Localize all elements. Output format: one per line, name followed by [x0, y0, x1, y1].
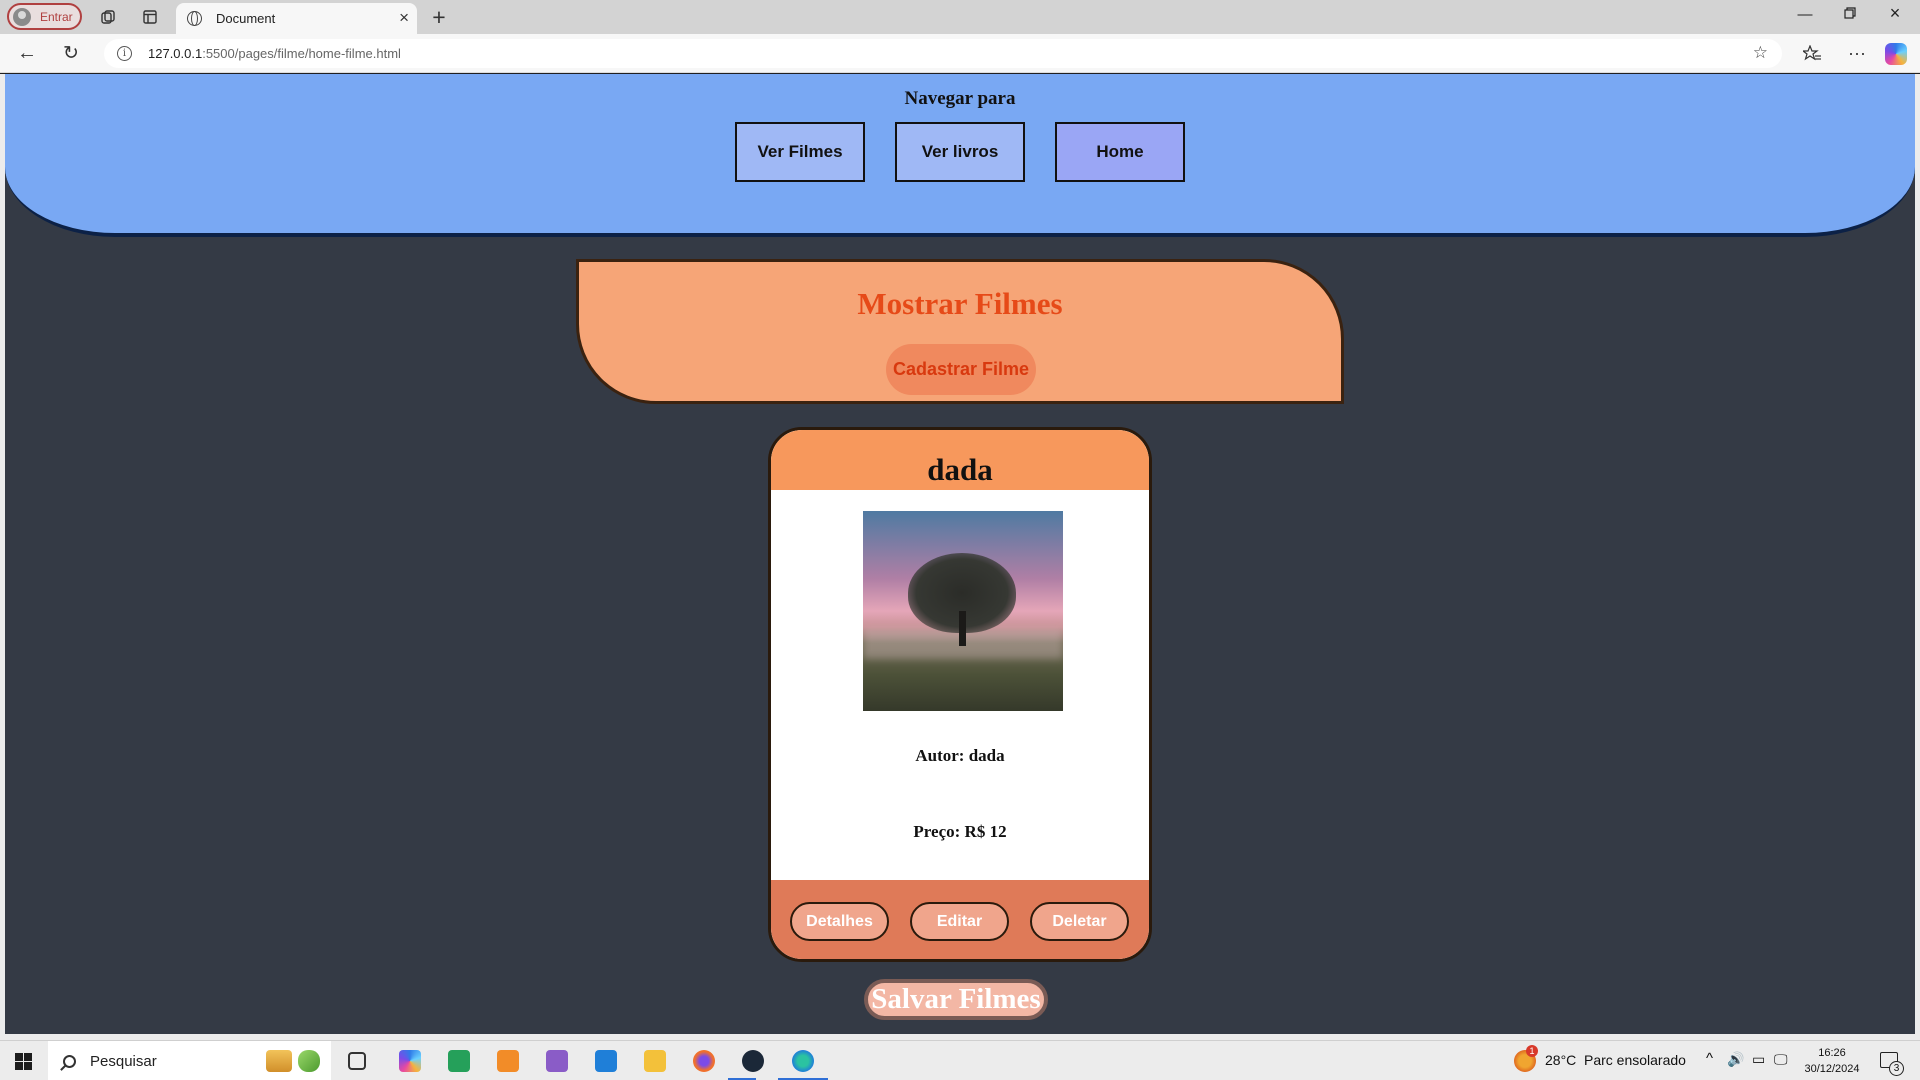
notification-count: 3 — [1889, 1061, 1904, 1076]
favorites-icon[interactable] — [1800, 41, 1824, 65]
url-field[interactable]: i 127.0.0.1:5500/pages/filme/home-filme.… — [104, 39, 1782, 68]
chevron-up-icon[interactable]: ^ — [1706, 1050, 1713, 1067]
edge-icon[interactable] — [792, 1050, 814, 1072]
site-info-icon[interactable]: i — [117, 46, 132, 61]
restore-icon[interactable] — [1835, 6, 1865, 23]
card-price: Preço: R$ 12 — [913, 822, 1007, 841]
nav-link-ver-filmes[interactable]: Ver Filmes — [735, 122, 865, 182]
sublime-text-icon[interactable] — [497, 1050, 519, 1072]
new-tab-icon[interactable]: + — [428, 4, 450, 31]
tab-title: Document — [216, 11, 276, 26]
movie-card: dada Autor: dada Preço: R$ 12 Detalhes E… — [768, 427, 1152, 962]
viewport-edge — [0, 74, 5, 1038]
nav-link-home[interactable]: Home — [1055, 122, 1185, 182]
volume-icon[interactable]: 🔊 — [1727, 1051, 1744, 1068]
panel-title: Mostrar Filmes — [857, 286, 1063, 321]
profile-button[interactable]: Entrar — [7, 3, 82, 30]
register-movie-button[interactable]: Cadastrar Filme — [886, 344, 1036, 395]
copilot-icon[interactable] — [1885, 43, 1907, 65]
weather-temp[interactable]: 28°C — [1545, 1052, 1576, 1068]
edit-button[interactable]: Editar — [910, 902, 1009, 941]
battery-icon[interactable]: ▭ — [1752, 1051, 1765, 1068]
file-explorer-icon[interactable] — [644, 1050, 666, 1072]
close-tab-icon[interactable]: × — [399, 8, 409, 28]
vscode-icon[interactable] — [595, 1050, 617, 1072]
tab-document[interactable]: Document × — [176, 3, 417, 34]
nav-title: Navegar para — [904, 88, 1016, 109]
widget-icon[interactable] — [266, 1050, 292, 1072]
url-path: :5500/pages/filme/home-filme.html — [202, 46, 401, 61]
card-author: Autor: dada — [915, 746, 1005, 765]
clock-time: 16:26 — [1818, 1047, 1846, 1059]
minimize-icon[interactable]: — — [1790, 6, 1820, 23]
weather-desc[interactable]: Parc ensolarado — [1584, 1052, 1686, 1068]
url-text: 127.0.0.1:5500/pages/filme/home-filme.ht… — [148, 46, 401, 61]
copilot-taskbar-icon[interactable] — [399, 1050, 421, 1072]
browser-address-bar: ← ↻ i 127.0.0.1:5500/pages/filme/home-fi… — [0, 34, 1920, 73]
delete-button[interactable]: Deletar — [1030, 902, 1129, 941]
taskbar: Pesquisar 1 28°C Parc ensolarado ^ 🔊 ▭ 🖵… — [0, 1040, 1920, 1080]
workspaces-icon[interactable] — [96, 5, 120, 29]
windows-start-icon[interactable] — [15, 1053, 32, 1070]
firefox-icon[interactable] — [693, 1050, 715, 1072]
viewport-edge — [1915, 74, 1920, 1038]
vertical-tabs-icon[interactable] — [138, 5, 162, 29]
globe-icon — [187, 11, 202, 26]
weather-badge: 1 — [1526, 1045, 1538, 1057]
movie-poster-image — [863, 511, 1063, 711]
navigation-header: Navegar para Ver Filmes Ver livros Home — [5, 74, 1915, 237]
back-icon[interactable]: ← — [15, 41, 39, 65]
url-host: 127.0.0.1 — [148, 46, 203, 61]
search-placeholder: Pesquisar — [90, 1052, 157, 1070]
close-window-icon[interactable]: × — [1880, 3, 1910, 24]
profile-label: Entrar — [40, 9, 73, 24]
network-icon[interactable]: 🖵 — [1774, 1051, 1788, 1068]
widget-plant-icon[interactable] — [298, 1050, 320, 1072]
browser-tab-bar: Entrar Document × + — × — [0, 0, 1920, 34]
search-icon — [63, 1054, 76, 1068]
clock[interactable]: 16:26 30/12/2024 — [1802, 1045, 1862, 1077]
clion-icon[interactable] — [448, 1050, 470, 1072]
more-menu-icon[interactable]: ··· — [1845, 41, 1869, 65]
nav-link-ver-livros[interactable]: Ver livros — [895, 122, 1025, 182]
profile-avatar-icon — [13, 7, 31, 26]
movies-panel: Mostrar Filmes Cadastrar Filme — [576, 259, 1344, 404]
image-tree-trunk — [959, 611, 966, 646]
save-movies-button[interactable]: Salvar Filmes — [864, 979, 1048, 1020]
details-button[interactable]: Detalhes — [790, 902, 889, 941]
visual-studio-icon[interactable] — [546, 1050, 568, 1072]
task-view-icon[interactable] — [348, 1052, 366, 1070]
steam-icon[interactable] — [742, 1050, 764, 1072]
card-title: dada — [927, 452, 993, 487]
favorite-star-icon[interactable]: ☆ — [1753, 43, 1768, 63]
clock-date: 30/12/2024 — [1804, 1063, 1860, 1075]
reload-icon[interactable]: ↻ — [59, 41, 83, 65]
